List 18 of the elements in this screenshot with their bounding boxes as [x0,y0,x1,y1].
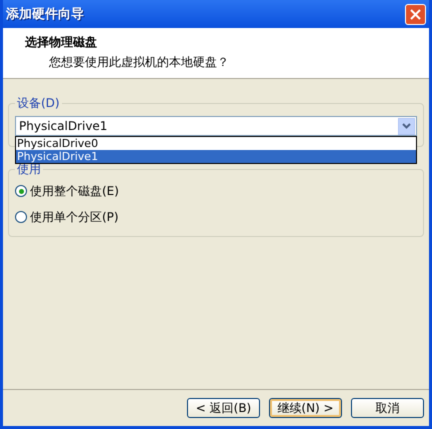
radio-label[interactable]: 使用整个磁盘(E) [30,182,119,200]
close-button[interactable] [405,4,426,24]
group-label: 使用 [16,162,41,178]
chevron-icon [402,123,411,129]
dropdown-option[interactable]: PhysicalDrive1 [16,150,416,163]
radio-button[interactable] [15,185,27,197]
dropdown-button[interactable] [398,118,415,134]
header-title: 选择物理磁盘 [25,34,98,51]
close-icon [410,8,421,20]
header-subtitle: 您想要使用此虚拟机的本地硬盘？ [48,54,230,71]
wizard-button[interactable]: < 返回(B) [187,398,260,418]
combo-value: PhysicalDrive1 [19,119,108,133]
radio-label[interactable]: 使用单个分区(P) [30,208,119,226]
wizard-button[interactable]: 继续(N) > [269,398,342,418]
wizard-button[interactable]: 取消 [351,398,424,418]
group-label: 设备(D) [16,95,61,112]
window-title: 添加硬件向导 [6,6,84,23]
radio-button[interactable] [15,211,27,223]
